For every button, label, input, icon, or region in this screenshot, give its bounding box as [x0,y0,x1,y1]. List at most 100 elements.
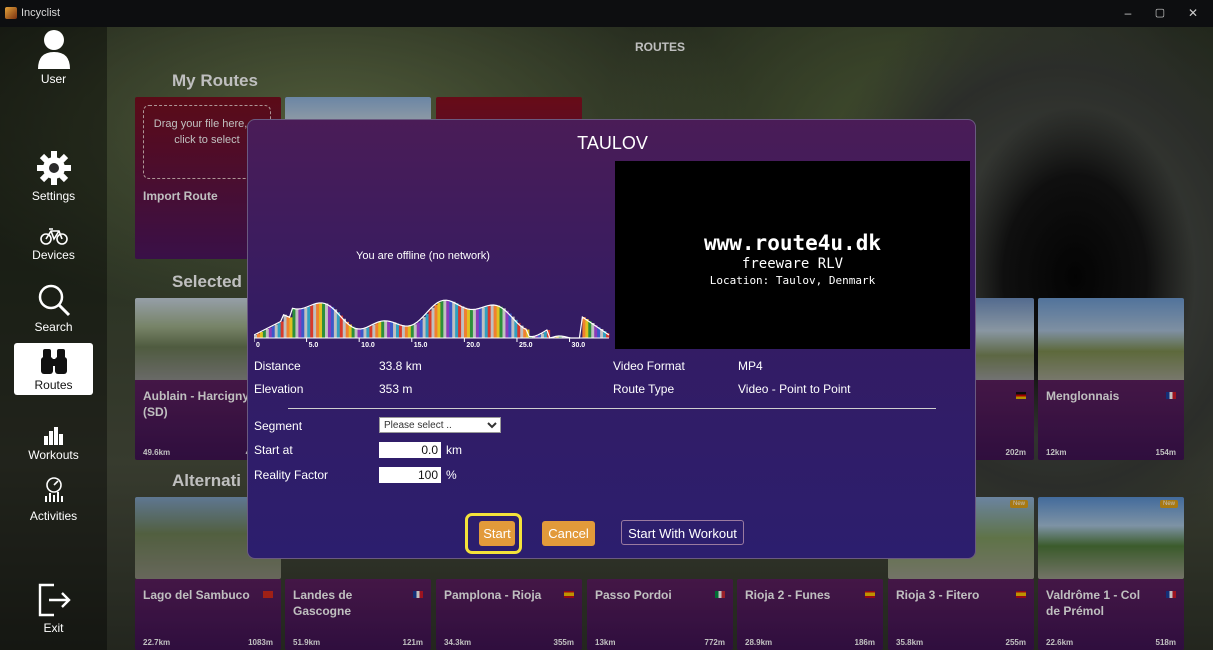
workouts-chart-icon [43,427,63,445]
profile-segment [384,320,388,338]
profile-segment [327,304,332,338]
profile-segment [472,309,477,338]
reality-factor-label: Reality Factor [254,468,329,482]
profile-segment [401,325,406,338]
window-title: Incyclist [21,7,61,19]
cancel-button[interactable]: Cancel [542,521,595,546]
profile-tick-label: 0 [256,342,260,348]
sidebar-item-label: User [40,72,67,86]
sidebar-item-user[interactable]: User [0,29,107,86]
profile-segment [310,305,314,338]
profile-segment [398,324,403,338]
start-at-label: Start at [254,443,293,457]
app-logo-icon [5,7,17,19]
window-titlebar: Incyclist – ▢ ✕ [0,0,1213,27]
minimize-button[interactable]: – [1113,5,1143,21]
close-button[interactable]: ✕ [1178,5,1208,21]
sidebar-item-search[interactable]: Search [0,283,107,334]
profile-segment [475,309,480,338]
profile-segment [452,301,456,338]
sidebar-item-label: Workouts [28,448,79,462]
sidebar-item-label: Search [34,320,73,334]
profile-tick-label: 20.0 [466,342,480,348]
profile-segment [304,307,308,338]
profile-segment [381,321,385,338]
exit-icon [38,583,71,617]
segment-select[interactable]: Please select .. [379,417,501,433]
profile-tick-label: 15.0 [414,342,428,348]
profile-segment [319,302,323,338]
dialog-title: TAULOV [577,133,648,153]
reality-factor-input[interactable]: 100 [379,467,441,483]
profile-segment [330,306,335,338]
profile-segment [316,303,320,338]
bicycle-icon [39,228,68,245]
profile-segment [387,320,391,338]
start-button[interactable]: Start [479,521,515,546]
profile-segment [404,326,409,338]
profile-segment [325,303,329,338]
profile-segment [274,324,278,338]
video-format-value: MP4 [738,359,763,373]
sidebar-item-routes[interactable]: Routes [14,343,93,395]
divider [288,408,936,409]
profile-segment [259,332,264,338]
offline-message: You are offline (no network) [356,250,490,262]
activities-speedometer-icon [44,477,63,502]
profile-segment [434,304,438,338]
profile-segment [478,308,483,338]
sidebar-item-label: Settings [31,189,76,203]
start-at-input[interactable]: 0.0 [379,442,441,458]
search-icon [38,284,70,317]
sidebar-item-activities[interactable]: Activities [0,476,107,523]
profile-segment [313,304,317,338]
route-type-label: Route Type [613,382,675,396]
profile-segment [277,323,281,338]
profile-segment [464,307,468,338]
sidebar-item-label: Routes [34,378,73,392]
sidebar-item-settings[interactable]: Settings [0,150,107,203]
profile-segment [499,306,503,338]
profile-segment [455,303,459,338]
video-line-location: Location: Taulov, Denmark [709,274,876,287]
video-preview[interactable]: www.route4u.dk freeware RLV Location: Ta… [615,161,970,349]
profile-segment [419,319,423,338]
profile-segment [543,331,548,338]
route-details-dialog: TAULOV You are offline (no network) 0 5.0… [247,119,976,559]
profile-segment [496,305,500,338]
start-with-workout-button[interactable]: Start With Workout [621,520,744,545]
profile-segment [540,333,545,338]
profile-segment [425,313,429,338]
profile-segment [467,308,471,338]
profile-segment [493,305,497,338]
elevation-value: 353 m [379,382,413,396]
profile-segment [458,304,462,338]
video-format-label: Video Format [613,359,685,373]
profile-segment [333,309,338,338]
profile-segment [369,326,373,338]
distance-label: Distance [254,359,301,373]
profile-segment [396,323,400,338]
profile-segment [440,301,444,338]
profile-segment [487,305,491,338]
profile-segment [431,307,435,338]
profile-segment [268,327,273,338]
profile-segment [265,329,270,338]
profile-segment [437,302,441,338]
sidebar-item-exit[interactable]: Exit [0,582,107,635]
profile-segment [292,308,296,338]
profile-segment [295,308,299,338]
restore-button[interactable]: ▢ [1145,5,1175,21]
profile-segment [416,322,420,338]
profile-segment [481,307,486,338]
profile-segment [422,317,426,338]
profile-segment [262,330,267,338]
profile-segment [360,328,364,338]
sidebar-item-workouts[interactable]: Workouts [0,427,107,462]
user-icon [37,30,70,69]
sidebar-item-devices[interactable]: Devices [0,227,107,262]
profile-segment [585,319,589,338]
profile-tick-label: 30.0 [572,342,586,348]
profile-segment [469,309,474,338]
profile-segment [372,324,376,338]
